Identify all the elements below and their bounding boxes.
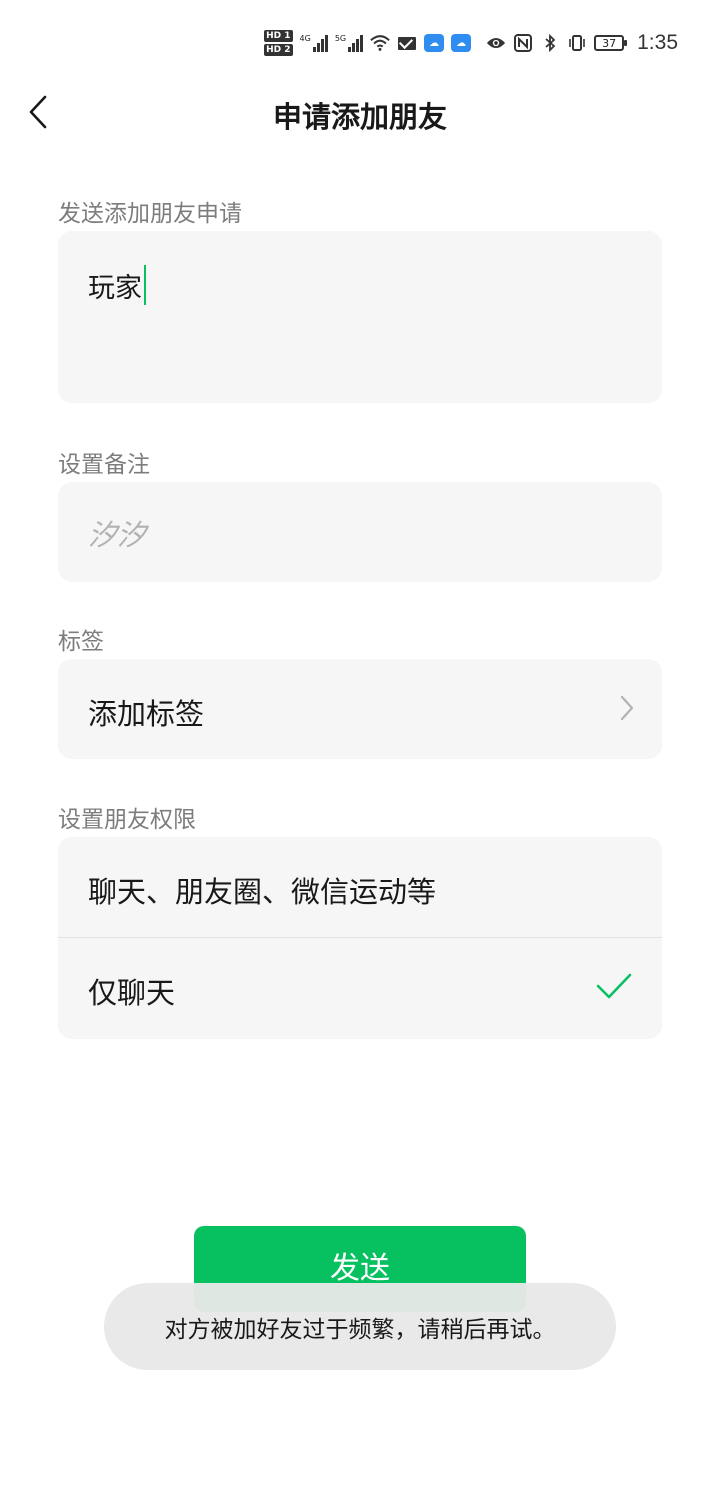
vibrate-icon bbox=[567, 34, 587, 52]
remark-section-label: 设置备注 bbox=[58, 452, 150, 478]
permission-option-all[interactable]: 聊天、朋友圈、微信运动等 bbox=[58, 837, 662, 938]
battery-level: 37 bbox=[602, 36, 617, 50]
page-title: 申请添加朋友 bbox=[272, 100, 447, 134]
signal-4g-icon: 4G bbox=[300, 34, 328, 52]
permission-options: 聊天、朋友圈、微信运动等 仅聊天 bbox=[58, 837, 662, 1039]
hd2-badge: HD 2 bbox=[264, 44, 293, 56]
request-section-label: 发送添加朋友申请 bbox=[58, 201, 242, 227]
signal-5g-icon: 5G bbox=[334, 34, 364, 52]
text-cursor bbox=[144, 265, 146, 305]
chevron-right-icon bbox=[620, 695, 634, 721]
request-message-text[interactable]: 玩家 bbox=[88, 265, 146, 305]
nav-header: 申请添加朋友 bbox=[0, 84, 720, 140]
bluetooth-icon bbox=[540, 34, 560, 52]
mail-icon bbox=[397, 34, 417, 52]
request-message-value: 玩家 bbox=[88, 272, 142, 304]
hd-indicator: HD 1 HD 2 bbox=[264, 30, 293, 56]
status-bar: HD 1 HD 2 4G 5G ☁ ☁ 37 1:35 bbox=[0, 0, 720, 84]
remark-field[interactable]: 汐汐 bbox=[58, 482, 662, 582]
permission-option-chat-only[interactable]: 仅聊天 bbox=[58, 938, 662, 1038]
wifi-icon bbox=[370, 34, 390, 52]
checkmark-icon bbox=[596, 973, 632, 999]
request-message-field[interactable]: 玩家 bbox=[58, 231, 662, 403]
network-5g-label: 5G bbox=[334, 34, 347, 43]
battery-icon: 37 bbox=[594, 35, 628, 51]
permission-section-label: 设置朋友权限 bbox=[58, 807, 196, 833]
nfc-icon bbox=[513, 34, 533, 52]
add-tag-row[interactable]: 添加标签 bbox=[58, 659, 662, 759]
cloud-app-icon-2: ☁ bbox=[451, 34, 472, 52]
add-tag-label: 添加标签 bbox=[88, 697, 205, 731]
toast-message: 对方被加好友过于频繁，请稍后再试。 bbox=[104, 1283, 616, 1370]
permission-option-label: 仅聊天 bbox=[88, 976, 176, 1010]
remark-input[interactable]: 汐汐 bbox=[88, 512, 146, 554]
status-icons: HD 1 HD 2 4G 5G ☁ ☁ 37 1:35 bbox=[264, 26, 678, 60]
eye-icon bbox=[486, 34, 506, 52]
hd1-badge: HD 1 bbox=[264, 30, 293, 42]
network-4g-label: 4G bbox=[299, 34, 311, 43]
clock: 1:35 bbox=[637, 31, 678, 54]
cloud-app-icon: ☁ bbox=[424, 34, 445, 52]
tags-section-label: 标签 bbox=[58, 629, 104, 655]
permission-option-label: 聊天、朋友圈、微信运动等 bbox=[88, 875, 437, 909]
